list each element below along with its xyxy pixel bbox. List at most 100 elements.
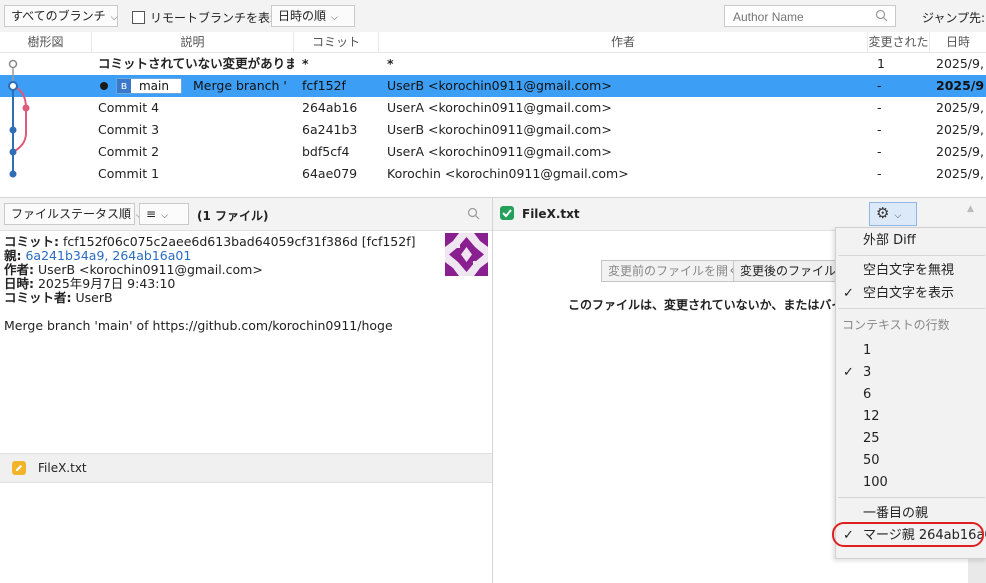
menu-separator xyxy=(838,255,985,256)
settings-dropdown-button[interactable]: ⚙ ⌵ xyxy=(869,202,917,226)
file-sort-dropdown[interactable]: ファイルステータス順⌵ xyxy=(4,203,143,225)
commit-description: Commit 2 xyxy=(98,144,160,159)
author-search-field[interactable] xyxy=(724,5,896,27)
menu-item-label: 100 xyxy=(863,475,888,490)
menu-item-context-100[interactable]: 100 xyxy=(836,472,986,494)
graph-node xyxy=(8,59,18,69)
commit-row-selected[interactable]: в main Merge branch ' fcf152f UserB <kor… xyxy=(0,75,986,97)
graph-node xyxy=(22,104,30,112)
diff-message: このファイルは、変更されていないか、またはバイナリフ xyxy=(568,298,835,312)
commit-author: UserB <korochin0911@gmail.com> xyxy=(387,78,612,93)
col-date[interactable]: 日時 xyxy=(930,32,986,52)
col-commit[interactable]: コミット xyxy=(294,32,379,52)
commit-row-uncommitted[interactable]: コミットされていない変更があります * * 1 2025/9, xyxy=(0,53,986,75)
commit-hash: bdf5cf4 xyxy=(302,144,350,159)
commit-description: Commit 1 xyxy=(98,166,160,181)
menu-item-context-50[interactable]: 50 xyxy=(836,450,986,472)
checkbox-icon xyxy=(132,11,145,24)
date-value: 2025年9月7日 9:43:10 xyxy=(37,276,176,291)
committer-value: UserB xyxy=(75,290,113,305)
highlight-ring xyxy=(832,522,984,547)
branch-filter-label: すべてのブランチ xyxy=(11,9,106,23)
menu-item-label: 25 xyxy=(863,431,880,446)
file-list-item[interactable]: FileX.txt xyxy=(0,453,492,483)
graph-node xyxy=(9,126,17,134)
commit-hash: 6a241b3 xyxy=(302,122,358,137)
branch-tag-main[interactable]: в main xyxy=(116,78,182,94)
col-description[interactable]: 説明 xyxy=(92,32,294,52)
file-count: (1 ファイル) xyxy=(197,209,269,223)
menu-separator xyxy=(838,308,985,309)
parent-link[interactable]: 264ab16a01 xyxy=(112,248,191,263)
file-status-toolbar: ファイルステータス順⌵ ≡⌵ (1 ファイル) xyxy=(0,198,492,231)
col-author[interactable]: 作者 xyxy=(379,32,868,52)
menu-item-show-whitespace[interactable]: ✓ 空白文字を表示 xyxy=(836,283,986,305)
commit-graph xyxy=(8,59,30,178)
commit-author: Korochin <korochin0911@gmail.com> xyxy=(387,166,629,181)
commit-changes: - xyxy=(877,166,882,181)
commit-date: 2025/9, xyxy=(936,100,984,115)
search-icon[interactable] xyxy=(467,207,480,220)
remote-branch-checkbox[interactable]: リモートブランチを表示 xyxy=(132,9,282,26)
commit-description: Commit 4 xyxy=(98,100,160,115)
menu-item-context-1[interactable]: 1 xyxy=(836,340,986,362)
commit-hash: 264ab16 xyxy=(302,100,358,115)
committer-label: コミット者: xyxy=(4,290,72,305)
commit-author: * xyxy=(387,56,394,71)
branch-icon: в xyxy=(117,79,131,93)
commit-date: 2025/9, xyxy=(936,144,984,159)
scroll-up-icon[interactable]: ▲ xyxy=(967,204,974,214)
menu-item-label: 50 xyxy=(863,453,880,468)
commit-message: Merge branch 'main' of https://github.co… xyxy=(4,318,393,333)
sort-dropdown[interactable]: 日時の順 ⌵ xyxy=(271,5,355,27)
menu-item-label: 空白文字を表示 xyxy=(863,286,955,301)
commit-full-hash: fcf152f06c075c2aee6d613bad64059cf31f386d… xyxy=(62,234,416,249)
menu-item-external-diff[interactable]: 外部 Diff xyxy=(836,230,986,252)
menu-header-context-lines: コンテキストの行数 xyxy=(836,314,986,336)
commit-date: 2025/9, xyxy=(936,166,984,181)
parent-link[interactable]: 6a241b34a9 xyxy=(25,248,104,263)
commit-hash: * xyxy=(302,56,309,71)
commit-row[interactable]: Commit 3 6a241b3 UserB <korochin0911@gma… xyxy=(0,119,986,141)
commit-date: 2025/9, xyxy=(936,122,984,137)
parent-label: 親: xyxy=(4,248,22,263)
col-graph[interactable]: 樹形図 xyxy=(0,32,92,52)
open-after-button[interactable]: 変更後のファイルを xyxy=(733,260,837,282)
commit-row[interactable]: Commit 1 64ae079 Korochin <korochin0911@… xyxy=(0,163,986,185)
jump-to-label: ジャンプ先: xyxy=(922,11,986,25)
menu-item-context-12[interactable]: 12 xyxy=(836,406,986,428)
commit-description: コミットされていない変更があります xyxy=(98,56,294,71)
commit-row[interactable]: Commit 4 264ab16 UserA <korochin0911@gma… xyxy=(0,97,986,119)
col-changes[interactable]: 変更された xyxy=(868,32,930,52)
commit-changes: - xyxy=(877,122,882,137)
checkbox-checked-icon[interactable] xyxy=(500,206,514,220)
branch-filter-dropdown[interactable]: すべてのブランチ ⌵ xyxy=(4,5,118,27)
view-mode-dropdown[interactable]: ≡ ⌵ xyxy=(139,203,189,225)
commit-description: Commit 3 xyxy=(98,122,160,137)
author-value: UserB <korochin0911@gmail.com> xyxy=(37,262,263,277)
menu-item-context-6[interactable]: 6 xyxy=(836,384,986,406)
author-label: 作者: xyxy=(4,262,34,277)
menu-item-context-25[interactable]: 25 xyxy=(836,428,986,450)
column-header: 樹形図 説明 コミット 作者 変更された 日時 xyxy=(0,32,986,53)
commit-changes: 1 xyxy=(877,56,885,71)
gear-icon: ⚙ xyxy=(876,204,890,222)
open-before-button[interactable]: 変更前のファイルを開く xyxy=(601,260,748,282)
graph-node xyxy=(9,148,17,156)
sort-label: 日時の順 xyxy=(278,9,327,23)
panel-divider[interactable] xyxy=(492,198,493,583)
menu-item-context-3[interactable]: ✓ 3 xyxy=(836,362,986,384)
chevron-down-icon: ⌵ xyxy=(894,211,902,221)
commit-row[interactable]: Commit 2 bdf5cf4 UserA <korochin0911@gma… xyxy=(0,141,986,163)
menu-item-ignore-whitespace[interactable]: 空白文字を無視 xyxy=(836,260,986,282)
menu-item-label: 12 xyxy=(863,409,880,424)
commit-changes: - xyxy=(877,78,882,93)
file-sort-label: ファイルステータス順 xyxy=(11,207,132,221)
check-icon: ✓ xyxy=(843,286,854,301)
commit-description: Merge branch ' xyxy=(193,78,287,93)
remote-branch-label: リモートブランチを表示 xyxy=(150,11,283,25)
scrollbar[interactable] xyxy=(968,557,986,583)
menu-item-label: 空白文字を無視 xyxy=(863,263,955,278)
author-search-input[interactable] xyxy=(731,8,875,26)
branch-name: main xyxy=(138,79,169,93)
